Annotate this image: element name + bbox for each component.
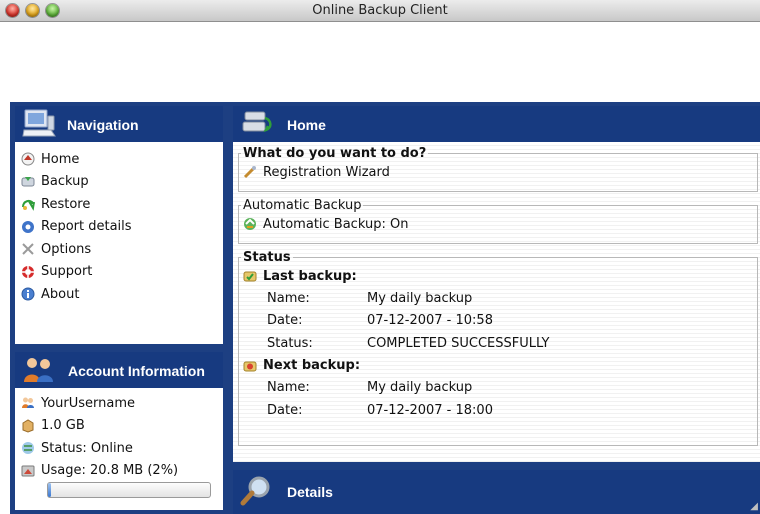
last-backup-heading: Last backup: — [239, 265, 757, 287]
account-panel: Account Information YourUsername 1.0 GB … — [15, 352, 223, 510]
options-icon — [22, 243, 34, 255]
navigation-header: Navigation — [15, 106, 223, 142]
nav-item-label: Options — [41, 241, 92, 257]
next-backup-date-row: Date: 07-12-2007 - 18:00 — [267, 402, 493, 418]
automatic-backup-group: Automatic Backup Automatic Backup: On — [238, 198, 758, 244]
support-icon — [22, 265, 34, 278]
nav-item-support[interactable]: Support — [15, 261, 223, 284]
usage-progress-bar — [47, 482, 211, 498]
nav-item-home[interactable]: Home — [15, 148, 223, 171]
details-header: Details — [233, 470, 760, 514]
window-title-bar: Online Backup Client — [0, 0, 760, 22]
home-icon — [21, 152, 35, 166]
home-header: Home — [233, 106, 760, 142]
home-backup-icon — [242, 111, 272, 133]
account-info-list: YourUsername 1.0 GB Status: Online Usage… — [15, 392, 223, 482]
nav-item-report-details[interactable]: Report details — [15, 216, 223, 239]
navigation-panel: Navigation Home Backup Restore Report de… — [15, 106, 223, 344]
nav-item-label: Restore — [41, 196, 91, 212]
backup-icon — [21, 176, 35, 187]
nav-item-label: About — [41, 286, 80, 302]
automatic-backup-legend: Automatic Backup — [243, 198, 362, 213]
disk-usage-icon — [21, 465, 35, 477]
auto-backup-icon — [244, 218, 256, 230]
magnifier-icon — [240, 476, 270, 506]
window-title: Online Backup Client — [312, 3, 448, 18]
navigation-list: Home Backup Restore Report details Optio… — [15, 148, 223, 306]
user-icon — [22, 397, 34, 409]
registration-wizard-link[interactable]: Registration Wizard — [239, 161, 757, 183]
nav-item-label: Report details — [41, 219, 132, 235]
resize-grip-icon[interactable]: ◢ — [750, 501, 758, 512]
home-panel: Home What do you want to do? Registratio… — [233, 106, 760, 462]
account-quota: 1.0 GB — [15, 415, 223, 438]
nav-item-restore[interactable]: Restore — [15, 193, 223, 216]
next-backup-icon — [243, 361, 257, 371]
report-icon — [22, 220, 34, 233]
account-username: YourUsername — [15, 392, 223, 415]
toolbar-area — [0, 22, 760, 102]
what-to-do-legend: What do you want to do? — [243, 146, 427, 161]
wand-icon — [243, 166, 256, 179]
last-backup-status-row: Status: COMPLETED SUCCESSFULLY — [267, 335, 550, 351]
package-icon — [22, 419, 34, 433]
next-backup-heading: Next backup: — [239, 355, 757, 377]
usage-progress-fill — [48, 483, 52, 497]
home-content: What do you want to do? Registration Wiz… — [233, 142, 760, 462]
nav-item-backup[interactable]: Backup — [15, 171, 223, 194]
account-title: Account Information — [68, 363, 205, 379]
nav-item-label: Home — [41, 151, 80, 167]
details-panel[interactable]: Details ◢ — [233, 470, 760, 514]
nav-item-label: Support — [41, 264, 93, 280]
details-title: Details — [287, 484, 333, 500]
what-to-do-group: What do you want to do? Registration Wiz… — [238, 146, 758, 192]
last-backup-name-row: Name: My daily backup — [267, 290, 473, 306]
account-status: Status: Online — [15, 437, 223, 460]
status-group: Status Last backup: Name: My daily backu… — [238, 250, 758, 446]
about-icon — [21, 287, 35, 301]
account-usage: Usage: 20.8 MB (2%) — [15, 460, 223, 483]
navigation-title: Navigation — [67, 117, 139, 133]
nav-item-about[interactable]: About — [15, 283, 223, 306]
next-backup-name-row: Name: My daily backup — [267, 380, 473, 396]
network-icon — [22, 442, 34, 455]
status-legend: Status — [243, 250, 291, 265]
nav-item-label: Backup — [41, 174, 89, 190]
account-header: Account Information — [15, 352, 223, 388]
users-icon — [24, 358, 53, 382]
restore-icon — [22, 200, 35, 212]
nav-item-options[interactable]: Options — [15, 238, 223, 261]
home-title: Home — [287, 117, 326, 133]
last-backup-date-row: Date: 07-12-2007 - 10:58 — [267, 313, 493, 329]
automatic-backup-status[interactable]: Automatic Backup: On — [239, 213, 757, 235]
computer-icon — [22, 109, 56, 137]
last-backup-icon — [243, 271, 257, 282]
